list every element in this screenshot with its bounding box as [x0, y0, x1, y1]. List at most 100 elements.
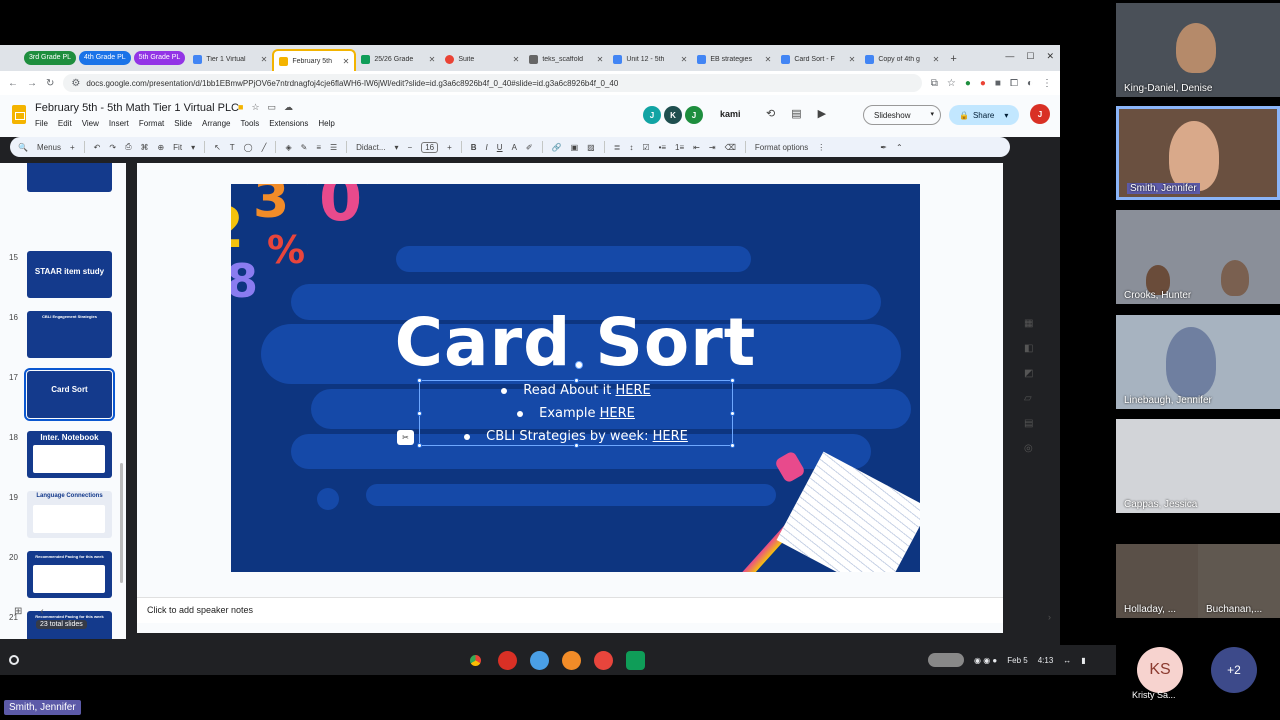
- crop-off-icon[interactable]: ✂: [397, 430, 414, 445]
- comments-icon[interactable]: ▤: [791, 107, 801, 120]
- slide-thumbnail[interactable]: Recommended Pacing for this week: [27, 551, 112, 598]
- kami-doc-icon[interactable]: ■: [238, 102, 243, 113]
- tab-group-4th-grade[interactable]: 4th Grade PL: [79, 51, 131, 65]
- slide-thumbnail[interactable]: [27, 163, 112, 192]
- checklist-icon[interactable]: ☑: [642, 143, 649, 152]
- slides-logo-icon[interactable]: [12, 105, 26, 124]
- here-link[interactable]: HERE: [615, 383, 650, 398]
- menu-slide[interactable]: Slide: [174, 119, 192, 128]
- browser-tab[interactable]: Unit 12 - 5th ✕: [608, 49, 692, 69]
- collapse-left-icon[interactable]: ‹: [40, 606, 43, 617]
- browser-tab[interactable]: EB strategies ✕: [692, 49, 776, 69]
- print-icon[interactable]: ⎙: [125, 142, 131, 152]
- close-icon[interactable]: ✕: [849, 55, 856, 64]
- slide-thumbnail-row[interactable]: 19 Language Connections: [0, 491, 126, 541]
- launcher-icon[interactable]: [9, 655, 19, 665]
- profile-icon[interactable]: ◐: [1027, 78, 1033, 89]
- expand-icon[interactable]: ›: [1048, 612, 1051, 622]
- font-select[interactable]: Didact...: [356, 143, 385, 152]
- menu-insert[interactable]: Insert: [109, 119, 129, 128]
- menu-tools[interactable]: Tools: [241, 119, 260, 128]
- extension-icon[interactable]: ●: [980, 78, 986, 89]
- slide-thumbnail[interactable]: STAAR item study: [27, 251, 112, 298]
- extension-icon[interactable]: ■: [995, 78, 1001, 89]
- minimize-icon[interactable]: —: [1005, 51, 1014, 62]
- increase-font-icon[interactable]: +: [447, 143, 452, 152]
- move-folder-icon[interactable]: ▭: [268, 102, 277, 113]
- align-icon[interactable]: ≣: [614, 143, 621, 152]
- kami-button[interactable]: kami: [720, 109, 741, 119]
- fill-color-icon[interactable]: ◈: [285, 143, 291, 152]
- reload-icon[interactable]: ↻: [46, 78, 54, 89]
- slide-canvas[interactable]: 3 0 2 % 8 Card Sort Read About it HERE E…: [231, 184, 920, 572]
- speaker-notes[interactable]: Click to add speaker notes: [137, 597, 1003, 623]
- video-tile[interactable]: Crooks, Hunter: [1116, 210, 1280, 304]
- bookmark-star-icon[interactable]: ☆: [947, 78, 956, 89]
- chevron-up-icon[interactable]: ⌃: [896, 143, 903, 152]
- browser-tab[interactable]: 25/26 Grade ✕: [356, 49, 440, 69]
- video-tile[interactable]: Holladay, ...: [1116, 544, 1198, 618]
- menu-format[interactable]: Format: [139, 119, 164, 128]
- install-icon[interactable]: ⧉: [931, 78, 938, 89]
- slide-title[interactable]: Card Sort: [231, 304, 920, 381]
- video-tile-speaking[interactable]: Smith, Jennifer: [1116, 106, 1280, 200]
- search-icon[interactable]: 🔍: [18, 143, 28, 152]
- slide-thumbnail[interactable]: Language Connections: [27, 491, 112, 538]
- extension-icon[interactable]: ●: [965, 78, 971, 89]
- font-size-input[interactable]: 16: [421, 141, 439, 153]
- zoom-icon[interactable]: ⊕: [157, 143, 164, 152]
- app-icon[interactable]: [594, 651, 613, 670]
- chevron-down-icon[interactable]: ▾: [395, 143, 399, 152]
- browser-tab-active[interactable]: February 5th ✕: [272, 49, 357, 71]
- chevron-down-icon[interactable]: ▾: [930, 110, 934, 118]
- increase-indent-icon[interactable]: ⇥: [709, 143, 716, 152]
- slideshow-button[interactable]: Slideshow ▾: [863, 105, 941, 125]
- redo-icon[interactable]: ↷: [109, 143, 116, 152]
- select-cursor-icon[interactable]: ↖: [214, 143, 221, 152]
- close-icon[interactable]: ✕: [513, 55, 520, 64]
- slide-thumbnail-row[interactable]: 16 CBLI Engagement Strategies: [0, 311, 126, 361]
- network-icon[interactable]: ↔: [1063, 656, 1071, 665]
- slide-thumbnail-row[interactable]: 17 Card Sort: [0, 368, 126, 421]
- link-icon[interactable]: 🔗: [552, 143, 562, 152]
- text-color-icon[interactable]: A: [512, 143, 517, 152]
- border-weight-icon[interactable]: ≡: [316, 143, 321, 152]
- menu-extensions[interactable]: Extensions: [269, 119, 308, 128]
- acrobat-icon[interactable]: [498, 651, 517, 670]
- more-participants-button[interactable]: +2: [1211, 647, 1257, 693]
- browser-tab[interactable]: Card Sort - F ✕: [776, 49, 860, 69]
- phone-hub-icon[interactable]: [928, 653, 964, 667]
- browser-tab[interactable]: teks_scaffold ✕: [524, 49, 608, 69]
- close-icon[interactable]: ✕: [343, 57, 350, 66]
- collaborator-avatar[interactable]: K: [664, 106, 682, 124]
- text-box-icon[interactable]: T: [230, 143, 235, 152]
- video-tile[interactable]: Linebaugh, Jennifer: [1116, 315, 1280, 409]
- format-options-button[interactable]: Format options: [755, 143, 808, 152]
- tasks-icon[interactable]: ◩: [1024, 368, 1033, 379]
- kebab-menu-icon[interactable]: ⋮: [1042, 78, 1052, 89]
- collaborator-avatar[interactable]: J: [643, 106, 661, 124]
- video-tile[interactable]: King-Daniel, Denise: [1116, 3, 1280, 97]
- filmstrip-scrollbar[interactable]: [120, 463, 123, 583]
- line-spacing-icon[interactable]: ↕: [629, 143, 633, 152]
- url-input[interactable]: ⚙ docs.google.com/presentation/d/1bb1EBm…: [63, 74, 922, 92]
- app-icon[interactable]: [562, 651, 581, 670]
- star-icon[interactable]: ☆: [251, 102, 259, 113]
- close-icon[interactable]: ✕: [429, 55, 436, 64]
- classroom-app-icon[interactable]: [626, 651, 645, 670]
- slide-thumbnail-row[interactable]: [0, 163, 126, 195]
- taskbar-date[interactable]: Feb 5: [1007, 656, 1027, 665]
- menu-arrange[interactable]: Arrange: [202, 119, 230, 128]
- italic-icon[interactable]: I: [486, 143, 488, 152]
- account-avatar[interactable]: J: [1030, 104, 1050, 124]
- keep-icon[interactable]: ◧: [1024, 343, 1033, 354]
- taskbar-time[interactable]: 4:13: [1038, 656, 1054, 665]
- shape-icon[interactable]: ◯: [244, 143, 253, 152]
- classroom-icon[interactable]: ▤: [1024, 418, 1033, 429]
- grid-view-icon[interactable]: ⊞: [14, 606, 22, 617]
- border-color-icon[interactable]: ✎: [301, 143, 308, 152]
- comment-icon[interactable]: ▣: [571, 143, 579, 152]
- more-icon[interactable]: ⋮: [817, 143, 825, 152]
- new-slide-icon[interactable]: +: [70, 143, 75, 152]
- add-on-icon[interactable]: ◎: [1024, 443, 1033, 454]
